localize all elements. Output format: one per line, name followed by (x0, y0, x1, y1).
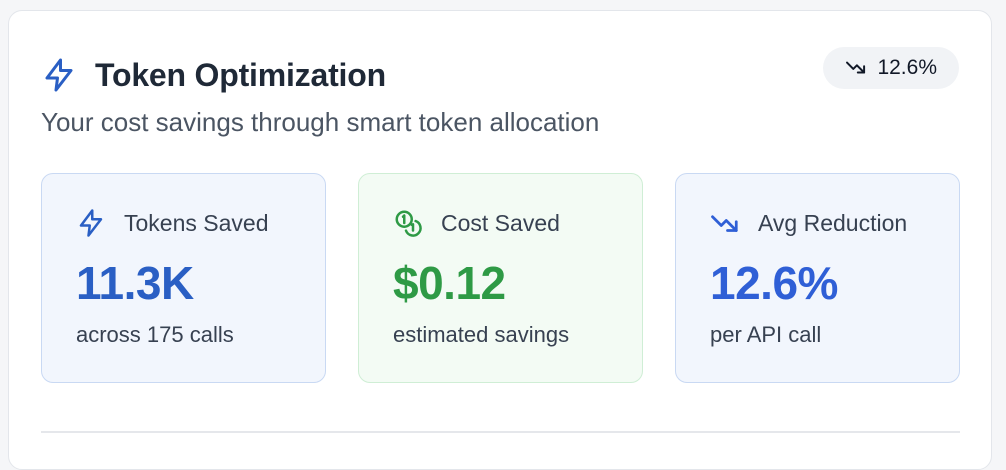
lightning-bolt-icon (76, 208, 106, 238)
subtitle: Your cost savings through smart token al… (41, 107, 600, 137)
lightning-bolt-icon (41, 57, 77, 93)
coins-icon (393, 208, 423, 238)
stat-card-tokens-saved: Tokens Saved 11.3K across 175 calls (41, 173, 326, 383)
stat-subtext: estimated savings (393, 322, 570, 347)
stat-header: Cost Saved (393, 208, 560, 238)
trending-down-icon (710, 208, 740, 238)
stat-label: Cost Saved (441, 209, 560, 236)
stat-value: 12.6% (710, 257, 838, 309)
stat-value: $0.12 (393, 257, 506, 309)
stat-subtext: across 175 calls (76, 322, 234, 347)
stat-card-cost-saved: Cost Saved $0.12 estimated savings (358, 173, 643, 383)
token-optimization-card: Token Optimization 12.6% Your cost savin… (8, 10, 992, 470)
badge-text: 12.6% (877, 56, 937, 79)
stat-card-avg-reduction: Avg Reduction 12.6% per API call (675, 173, 960, 383)
stat-subtext: per API call (710, 322, 822, 347)
title-group: Token Optimization (41, 53, 386, 97)
stat-value: 11.3K (76, 257, 194, 309)
stat-label: Tokens Saved (124, 209, 269, 236)
reduction-badge: 12.6% (823, 47, 959, 89)
stat-label: Avg Reduction (758, 209, 908, 236)
stats-row: Tokens Saved 11.3K across 175 calls Cost… (41, 173, 960, 383)
section-divider (41, 431, 960, 433)
stat-header: Tokens Saved (76, 208, 268, 238)
trending-down-icon (845, 59, 867, 77)
stat-header: Avg Reduction (710, 208, 907, 238)
card-header: Token Optimization 12.6% (41, 47, 959, 93)
page-title: Token Optimization (95, 56, 386, 93)
